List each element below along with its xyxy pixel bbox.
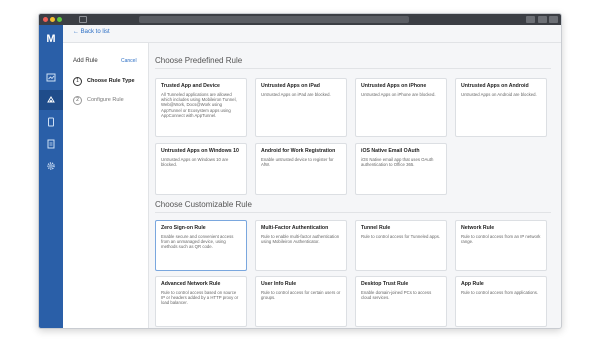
device-icon — [48, 117, 54, 127]
card-description: Rule to control access for certain users… — [261, 290, 341, 301]
card-title: Tunnel Rule — [361, 225, 391, 231]
card-title: App Rule — [461, 281, 484, 287]
step-choose-rule-type[interactable]: 1 Choose Rule Type — [73, 76, 135, 86]
card-description: iOS Native email app that uses OAuth aut… — [361, 157, 434, 168]
rule-card-untrusted-apps-ipad[interactable]: Untrusted Apps on iPad Untrusted Apps on… — [255, 78, 347, 137]
rule-card-ios-native-email[interactable]: iOS Native Email OAuth iOS Native email … — [355, 143, 447, 195]
sidebar-item-documents[interactable] — [39, 134, 63, 154]
card-title: Network Rule — [461, 225, 495, 231]
card-description: Rule to control access based on source I… — [161, 290, 239, 306]
cancel-link[interactable]: Cancel — [121, 58, 137, 64]
rule-card-zero-sign-on[interactable]: Zero Sign-on Rule Enable secure and conv… — [155, 220, 247, 271]
rules-icon — [47, 96, 55, 103]
step-number: 1 — [73, 76, 82, 86]
sidebar-item-dashboard[interactable] — [39, 68, 63, 88]
rule-card-desktop-trust[interactable]: Desktop Trust Rule Enable domain-joined … — [355, 276, 447, 327]
rule-card-android-for-work[interactable]: Android for Work Registration Enable unt… — [255, 143, 347, 195]
divider — [155, 68, 551, 69]
step-configure-rule[interactable]: 2 Configure Rule — [73, 95, 124, 105]
share-button[interactable] — [526, 16, 535, 23]
app-window: M ← Back to list Add Rule Cancel 1 Choos… — [38, 13, 562, 329]
rule-card-multi-factor-auth[interactable]: Multi-Factor Authentication Rule to enab… — [255, 220, 347, 271]
card-title: Untrusted Apps on iPad — [261, 83, 320, 89]
predefined-section-title: Choose Predefined Rule — [155, 56, 243, 65]
dashboard-icon — [46, 73, 56, 82]
document-icon — [47, 139, 55, 149]
top-bar: ← Back to list — [63, 25, 561, 43]
sidebar-toggle-button[interactable] — [79, 16, 87, 23]
step-label: Configure Rule — [87, 97, 124, 103]
minimize-window-button[interactable] — [50, 17, 55, 22]
logo: M — [46, 33, 56, 45]
back-to-list-link[interactable]: ← Back to list — [73, 29, 110, 35]
card-description: Rule to control access for Tunneled apps… — [361, 234, 441, 239]
rule-card-advanced-network[interactable]: Advanced Network Rule Rule to control ac… — [155, 276, 247, 327]
card-title: iOS Native Email OAuth — [361, 148, 420, 154]
sidebar-item-settings[interactable] — [39, 156, 63, 176]
rule-card-untrusted-apps-android[interactable]: Untrusted Apps on Android Untrusted Apps… — [455, 78, 547, 137]
card-description: Untrusted Apps on Android are blocked. — [461, 92, 537, 97]
card-description: Rule to enable multi-factor authenticati… — [261, 234, 340, 245]
settings-icon — [47, 162, 55, 170]
card-title: Multi-Factor Authentication — [261, 225, 329, 231]
card-description: Enable secure and convenient access from… — [161, 234, 234, 250]
rule-card-network[interactable]: Network Rule Rule to control access from… — [455, 220, 547, 271]
card-title: Untrusted Apps on iPhone — [361, 83, 427, 89]
card-title: Untrusted Apps on Android — [461, 83, 529, 89]
card-title: Zero Sign-on Rule — [161, 225, 206, 231]
browser-titlebar — [39, 14, 561, 25]
sidebar-item-rules[interactable] — [39, 90, 63, 110]
card-description: Rule to control access from applications… — [461, 290, 539, 295]
rule-card-user-info[interactable]: User Info Rule Rule to control access fo… — [255, 276, 347, 327]
rule-card-untrusted-apps-windows[interactable]: Untrusted Apps on Windows 10 Untrusted A… — [155, 143, 247, 195]
wizard-steps-panel: Add Rule Cancel 1 Choose Rule Type 2 Con… — [63, 43, 149, 328]
rule-card-tunnel[interactable]: Tunnel Rule Rule to control access for T… — [355, 220, 447, 271]
card-description: Enable untrusted device to register for … — [261, 157, 334, 168]
card-title: Trusted App and Device — [161, 83, 220, 89]
rule-card-trusted-app-and-device[interactable]: Trusted App and Device All Tunneled appl… — [155, 78, 247, 137]
close-window-button[interactable] — [43, 17, 48, 22]
panel-title: Add Rule — [73, 58, 98, 64]
address-bar[interactable] — [139, 16, 409, 23]
card-title: Untrusted Apps on Windows 10 — [161, 148, 239, 154]
sidebar: M — [39, 25, 63, 328]
customizable-section-title: Choose Customizable Rule — [155, 200, 252, 209]
card-title: Desktop Trust Rule — [361, 281, 409, 287]
step-label: Choose Rule Type — [87, 78, 135, 84]
card-title: Advanced Network Rule — [161, 281, 221, 287]
card-title: Android for Work Registration — [261, 148, 336, 154]
maximize-window-button[interactable] — [57, 17, 62, 22]
new-tab-button[interactable] — [549, 16, 558, 23]
rule-card-app[interactable]: App Rule Rule to control access from app… — [455, 276, 547, 327]
card-description: Enable domain-joined PCs to access cloud… — [361, 290, 432, 301]
rule-card-untrusted-apps-iphone[interactable]: Untrusted Apps on iPhone Untrusted Apps … — [355, 78, 447, 137]
divider — [155, 212, 551, 213]
main-area: ← Back to list Add Rule Cancel 1 Choose … — [63, 25, 561, 328]
card-description: Untrusted Apps on iPad are blocked. — [261, 92, 331, 97]
step-number: 2 — [73, 95, 82, 105]
sidebar-item-devices[interactable] — [39, 112, 63, 132]
card-description: Rule to control access from an IP networ… — [461, 234, 541, 245]
card-title: User Info Rule — [261, 281, 297, 287]
card-description: Untrusted Apps on iPhone are blocked. — [361, 92, 436, 97]
rule-chooser: Choose Predefined Rule Trusted App and D… — [149, 43, 561, 328]
card-description: All Tunneled applications are allowed wh… — [161, 92, 237, 118]
card-description: Untrusted Apps on Windows 10 are blocked… — [161, 157, 229, 168]
settings-button[interactable] — [538, 16, 547, 23]
